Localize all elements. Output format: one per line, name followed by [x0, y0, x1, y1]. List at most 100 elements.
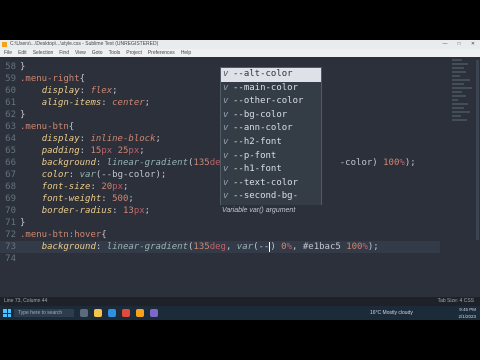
line-number: 72: [5, 230, 16, 240]
code-text: background: linear-gradient(135deg, #e -…: [41, 158, 416, 168]
code-text: }: [20, 62, 26, 72]
line-number: 71: [5, 218, 16, 228]
menu-bar: File Edit Selection Find View Goto Tools Projec…: [0, 49, 480, 57]
weather-widget[interactable]: 16°C Mostly cloudy: [370, 309, 413, 317]
autocomplete-item[interactable]: v --h1-font: [221, 163, 321, 177]
line-number: 66: [5, 158, 16, 168]
code-text: border-radius: 13px;: [41, 206, 151, 216]
code-text: background: linear-gradient(135deg, var(…: [41, 241, 379, 252]
autocomplete-label: --other-color: [233, 96, 304, 107]
code-line[interactable]: 72 .menu-btn:hover{: [0, 229, 440, 241]
line-number: 62: [5, 110, 16, 120]
autocomplete-label: --h2-font: [233, 137, 282, 147]
line-number: 69: [5, 194, 16, 204]
chrome-browser-icon[interactable]: [122, 309, 130, 317]
status-right[interactable]: Tab Size: 4 CSS: [438, 297, 474, 306]
task-view-icon[interactable]: [80, 309, 88, 317]
file-explorer-icon[interactable]: [94, 309, 102, 317]
sublime-app-icon: [2, 42, 7, 47]
code-text: .menu-btn:hover{: [20, 230, 107, 240]
menu-tools[interactable]: Tools: [109, 50, 121, 56]
line-number: 59: [5, 74, 16, 84]
line-number: 58: [5, 62, 16, 72]
autocomplete-item[interactable]: v --bg-color: [221, 109, 321, 123]
autocomplete-label: --bg-color: [233, 109, 288, 120]
autocomplete-item[interactable]: v --ann-color: [221, 122, 321, 136]
variable-kind-icon: v: [223, 177, 229, 188]
menu-project[interactable]: Project: [126, 50, 142, 56]
title-bar: C:\Users\...\Desktop\...\style.css - Sub…: [0, 40, 480, 49]
line-number: 70: [5, 206, 16, 216]
app-taskbar-icon[interactable]: [150, 309, 158, 317]
variable-kind-icon: v: [223, 150, 229, 161]
line-number: 65: [5, 146, 16, 156]
menu-selection[interactable]: Selection: [33, 50, 54, 56]
code-text: display: inline-block;: [41, 134, 161, 144]
code-text: .menu-btn{: [20, 122, 75, 132]
autocomplete-item[interactable]: v --text-color: [221, 177, 321, 191]
sublime-window: C:\Users\...\Desktop\...\style.css - Sub…: [0, 40, 480, 320]
code-text: display: flex;: [41, 86, 118, 96]
minimap[interactable]: [452, 57, 474, 157]
windows-taskbar: Type here to search 16°C Mostly cloudy 9…: [0, 306, 480, 320]
autocomplete-label: --p-font: [233, 150, 277, 161]
menu-file[interactable]: File: [4, 50, 12, 56]
code-line[interactable]: 71}: [0, 217, 440, 229]
line-number: 68: [5, 182, 16, 192]
code-text: align-items: center;: [41, 98, 151, 108]
autocomplete-item[interactable]: v --alt-color: [221, 68, 321, 82]
autocomplete-item[interactable]: v --p-font: [221, 150, 321, 164]
code-line[interactable]: 74: [0, 253, 440, 265]
clock-time: 9:45 PM: [459, 307, 476, 312]
windows-start-icon[interactable]: [3, 309, 11, 317]
line-number: 73: [5, 242, 16, 252]
variable-kind-icon: v: [223, 69, 229, 79]
code-line[interactable]: 73 background: linear-gradient(135deg, v…: [0, 241, 440, 253]
code-text: }: [20, 218, 26, 228]
taskbar-search-input[interactable]: Type here to search: [14, 309, 74, 317]
autocomplete-item[interactable]: v --main-color: [221, 82, 321, 96]
autocomplete-label: --alt-color: [233, 69, 293, 79]
clock-date: 2/1/2023: [458, 314, 476, 319]
code-text: color: var(--bg-color);: [41, 170, 167, 180]
autocomplete-item[interactable]: v --other-color: [221, 95, 321, 109]
autocomplete-hint: Variable var() argument: [220, 205, 342, 217]
system-clock[interactable]: 9:45 PM 2/1/2023: [458, 306, 476, 320]
autocomplete-label: --text-color: [233, 177, 299, 188]
menu-edit[interactable]: Edit: [18, 50, 27, 56]
menu-help[interactable]: Help: [181, 50, 191, 56]
autocomplete-popup[interactable]: v --alt-color v --main-color v --other-color v…: [220, 67, 322, 215]
minimize-button[interactable]: —: [438, 40, 452, 49]
variable-kind-icon: v: [223, 96, 229, 107]
window-title: C:\Users\...\Desktop\...\style.css - Sub…: [10, 41, 159, 47]
close-button[interactable]: ✕: [466, 40, 480, 49]
line-number: 61: [5, 98, 16, 108]
line-number: 64: [5, 134, 16, 144]
variable-kind-icon: v: [223, 109, 229, 120]
line-number: 60: [5, 86, 16, 96]
menu-find[interactable]: Find: [59, 50, 69, 56]
autocomplete-item[interactable]: v--second-bg-color: [221, 190, 321, 215]
line-number: 63: [5, 122, 16, 132]
code-text: font-weight: 500;: [41, 194, 134, 204]
variable-kind-icon: v: [223, 82, 229, 93]
menu-preferences[interactable]: Preferences: [148, 50, 175, 56]
autocomplete-item[interactable]: v --h2-font: [221, 136, 321, 150]
autocomplete-label: --main-color: [233, 82, 299, 93]
code-text: .menu-right{: [20, 74, 86, 84]
sublime-text-taskbar-icon[interactable]: [136, 309, 144, 317]
code-text: font-size: 20px;: [41, 182, 129, 192]
line-number: 67: [5, 170, 16, 180]
maximize-button[interactable]: □: [452, 40, 466, 49]
status-bar: Line 73, Column 44 Tab Size: 4 CSS: [0, 297, 480, 306]
menu-goto[interactable]: Goto: [92, 50, 103, 56]
code-text: }: [20, 110, 26, 120]
vertical-scrollbar[interactable]: [476, 60, 479, 240]
edge-browser-icon[interactable]: [108, 309, 116, 317]
cursor-position: Line 73, Column 44: [4, 298, 48, 304]
autocomplete-label: --h1-font: [233, 164, 282, 175]
menu-view[interactable]: View: [75, 50, 86, 56]
variable-kind-icon: v: [223, 123, 229, 134]
variable-kind-icon: v: [223, 191, 229, 202]
variable-kind-icon: v: [223, 137, 229, 147]
